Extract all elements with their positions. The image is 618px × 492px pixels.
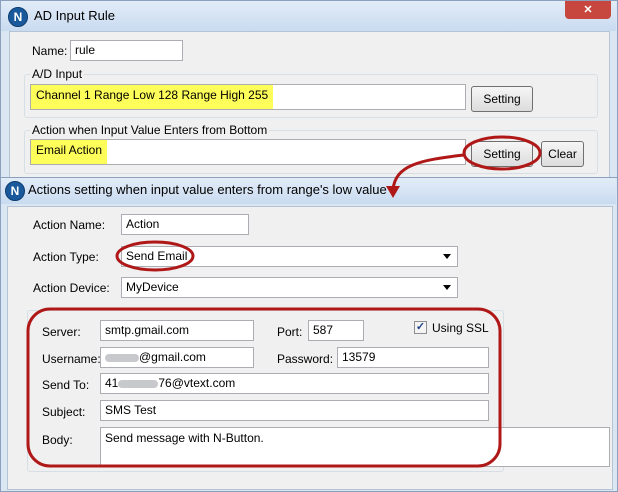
annotation-arrow xyxy=(391,153,465,191)
annotation-overlay xyxy=(26,135,542,468)
annotation-circle-setting xyxy=(462,135,542,171)
annotation-circle-action-type xyxy=(115,240,195,272)
annotation-box-email xyxy=(26,307,502,468)
annotation-arrowhead xyxy=(386,186,400,198)
